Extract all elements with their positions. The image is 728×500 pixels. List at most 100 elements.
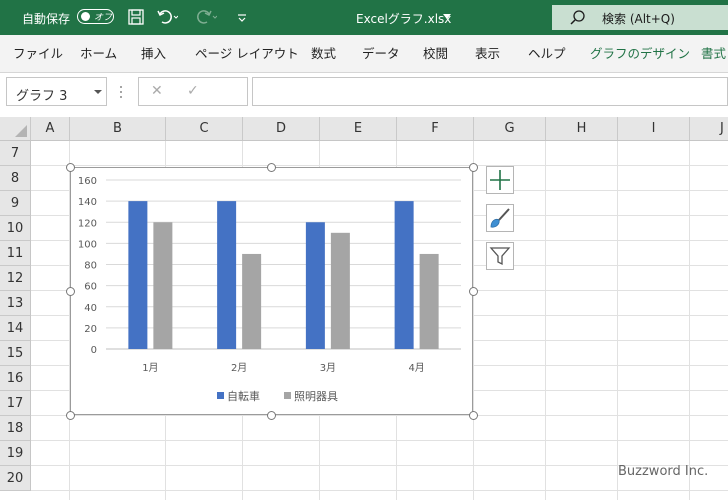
y-tick-label: 140	[78, 197, 97, 208]
tab-review[interactable]: 校閲	[423, 43, 448, 62]
row-header[interactable]: 18	[0, 416, 31, 441]
watermark: Buzzword Inc.	[618, 464, 709, 479]
column-headers: A B C D E F G H I J	[0, 117, 728, 141]
tab-chart-design[interactable]: グラフのデザイン	[590, 43, 690, 62]
chevron-down-icon[interactable]	[443, 14, 451, 20]
column-header[interactable]: E	[320, 117, 397, 140]
tab-home[interactable]: ホーム	[80, 43, 117, 62]
tab-formulas[interactable]: 数式	[311, 43, 336, 62]
bar	[242, 253, 262, 349]
y-tick-label: 100	[78, 239, 97, 250]
search-box[interactable]: 検索 (Alt+Q)	[552, 5, 728, 30]
bar-chart[interactable]: 0 20 40 60 80 100 120 140 160 1月 2月 3月 4月自転車 照明器具	[71, 168, 472, 414]
column-header[interactable]: F	[397, 117, 474, 140]
tab-insert[interactable]: 挿入	[141, 43, 166, 62]
save-icon[interactable]	[127, 8, 145, 26]
formula-buttons: ✕ ✓ fx	[138, 77, 375, 106]
file-name[interactable]: Excelグラフ.xlsx	[356, 10, 451, 27]
row-header[interactable]: 14	[0, 316, 31, 341]
row-header[interactable]: 12	[0, 266, 31, 291]
ribbon-tabs: ファイル ホーム 挿入 ページ レイアウト 数式 データ 校閲 表示 ヘルプ グ…	[0, 35, 728, 65]
legend-swatch	[217, 392, 224, 399]
bar	[128, 201, 148, 349]
more-options-icon[interactable]	[119, 85, 123, 99]
column-header[interactable]: G	[474, 117, 546, 140]
column-header[interactable]: B	[70, 117, 166, 140]
tab-format[interactable]: 書式	[701, 43, 726, 62]
legend-label: 照明器具	[294, 390, 338, 403]
plus-icon	[490, 170, 510, 190]
resize-handle[interactable]	[469, 411, 478, 420]
formula-input[interactable]	[252, 77, 728, 106]
redo-icon[interactable]	[195, 8, 217, 26]
resize-handle[interactable]	[66, 411, 75, 420]
cancel-icon[interactable]: ✕	[151, 83, 163, 99]
resize-handle[interactable]	[66, 287, 75, 296]
tab-data[interactable]: データ	[362, 43, 400, 62]
chevron-down-icon[interactable]	[94, 90, 102, 94]
row-header[interactable]: 19	[0, 441, 31, 466]
toggle-knob	[81, 12, 90, 21]
row-header[interactable]: 15	[0, 341, 31, 366]
y-tick-label: 0	[91, 345, 97, 356]
row-header[interactable]: 10	[0, 216, 31, 241]
x-tick-label: 2月	[231, 362, 247, 374]
column-header[interactable]: D	[243, 117, 320, 140]
formula-bar: グラフ 3 ✕ ✓ fx	[0, 73, 728, 117]
row-header[interactable]: 20	[0, 466, 31, 491]
y-tick-label: 80	[84, 261, 97, 272]
column-header[interactable]: C	[166, 117, 243, 140]
autosave-state: オフ	[94, 13, 113, 23]
y-tick-label: 60	[84, 282, 97, 293]
autosave-label: 自動保存	[22, 12, 71, 26]
brush-icon	[490, 208, 510, 228]
column-header[interactable]: A	[31, 117, 70, 140]
search-placeholder: 検索 (Alt+Q)	[602, 12, 675, 26]
search-icon	[570, 10, 585, 25]
column-header[interactable]: I	[618, 117, 690, 140]
chart-filters-button[interactable]	[486, 242, 514, 270]
funnel-icon	[489, 247, 511, 266]
row-header[interactable]: 8	[0, 166, 31, 191]
legend-swatch	[284, 392, 291, 399]
resize-handle[interactable]	[66, 163, 75, 172]
row-header[interactable]: 11	[0, 241, 31, 266]
chart-styles-button[interactable]	[486, 204, 514, 232]
bar	[419, 253, 439, 349]
customize-qat-icon[interactable]	[236, 8, 248, 26]
x-tick-label: 4月	[408, 362, 424, 374]
legend-label: 自転車	[227, 389, 260, 403]
resize-handle[interactable]	[469, 287, 478, 296]
resize-handle[interactable]	[267, 411, 276, 420]
chart-object[interactable]: 0 20 40 60 80 100 120 140 160 1月 2月 3月 4月 自転車 照明器具	[70, 167, 473, 415]
chart-elements-button[interactable]	[486, 166, 514, 194]
enter-icon[interactable]: ✓	[187, 83, 199, 99]
bar	[153, 222, 173, 349]
tab-file[interactable]: ファイル	[13, 43, 63, 62]
name-box[interactable]: グラフ 3	[6, 77, 107, 106]
y-tick-label: 40	[84, 303, 97, 314]
bar	[217, 201, 237, 349]
y-tick-label: 160	[78, 176, 97, 187]
resize-handle[interactable]	[469, 163, 478, 172]
x-tick-label: 3月	[320, 362, 336, 374]
row-header[interactable]: 16	[0, 366, 31, 391]
select-all-corner[interactable]	[0, 117, 31, 140]
ribbon-collapsed	[0, 65, 728, 73]
row-header[interactable]: 7	[0, 141, 31, 166]
column-header[interactable]: H	[546, 117, 618, 140]
title-bar: 自動保存 オフ Excelグラフ.xlsx 検索 (Alt+Q)	[0, 0, 728, 35]
row-header[interactable]: 9	[0, 191, 31, 216]
bar	[330, 232, 350, 349]
undo-icon[interactable]	[156, 8, 178, 26]
resize-handle[interactable]	[267, 163, 276, 172]
autosave-toggle[interactable]: オフ	[77, 9, 114, 24]
name-box-value: グラフ 3	[16, 89, 68, 104]
column-header[interactable]: J	[690, 117, 728, 140]
tab-view[interactable]: 表示	[475, 43, 500, 62]
tab-help[interactable]: ヘルプ	[528, 43, 566, 62]
bar	[305, 222, 325, 349]
row-header[interactable]: 17	[0, 391, 31, 416]
row-header[interactable]: 13	[0, 291, 31, 316]
tab-page-layout[interactable]: ページ レイアウト	[195, 43, 299, 62]
